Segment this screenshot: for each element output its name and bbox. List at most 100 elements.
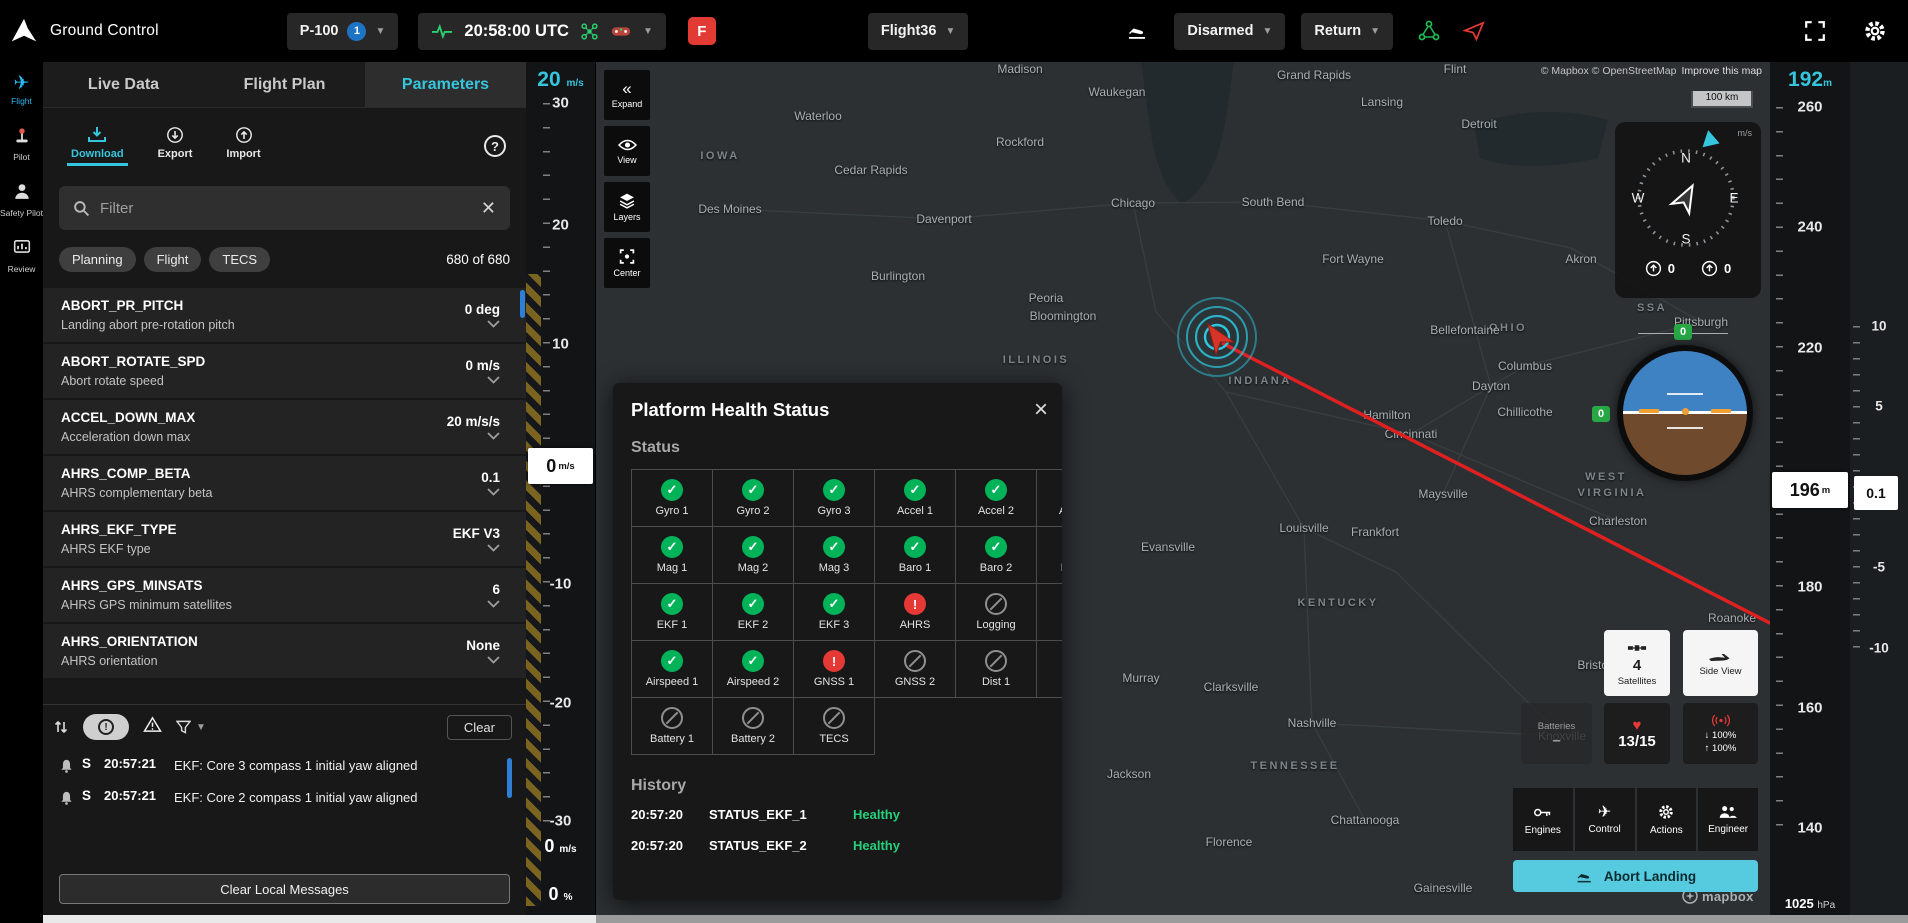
page-hscrollbar[interactable] xyxy=(43,915,1908,923)
param-value: 20 m/s/s xyxy=(447,414,500,429)
chevron-down-icon[interactable] xyxy=(487,600,500,608)
control-button[interactable]: ✈ Control xyxy=(1575,788,1635,851)
failsafe-badge[interactable]: F xyxy=(688,17,716,45)
arm-state-selector[interactable]: Disarmed ▼ xyxy=(1174,13,1285,50)
rail-item-review[interactable]: Review xyxy=(0,238,43,274)
tab-flight-plan[interactable]: Flight Plan xyxy=(204,62,365,107)
chip-planning[interactable]: Planning xyxy=(59,247,136,272)
parameters-panel: Live Data Flight Plan Parameters Downloa… xyxy=(43,62,526,923)
status-icon xyxy=(742,707,764,729)
clear-filter-icon[interactable]: ✕ xyxy=(481,198,496,219)
chevron-down-icon[interactable] xyxy=(487,320,500,328)
health-status-grid: Gyro 1 Gyro 2 Gyro 3 xyxy=(631,469,1062,755)
message-time: 20:57:21 xyxy=(104,788,166,808)
chevron-down-icon[interactable] xyxy=(487,488,500,496)
engineer-button[interactable]: Engineer xyxy=(1698,788,1758,851)
status-icon xyxy=(742,479,764,501)
antenna-icon xyxy=(1711,713,1731,728)
parameter-row[interactable]: AHRS_GPS_MINSATS AHRS GPS minimum satell… xyxy=(43,568,526,624)
chevron-down-icon[interactable] xyxy=(487,432,500,440)
params-scrollbar[interactable] xyxy=(520,290,525,318)
engines-button[interactable]: Engines xyxy=(1513,788,1573,851)
map[interactable]: MadisonWaukeganGrand RapidsLansingFlintD… xyxy=(596,62,1770,923)
hscrollbar-thumb[interactable] xyxy=(43,915,596,923)
chip-tecs[interactable]: TECS xyxy=(209,247,270,272)
message-severity: S xyxy=(82,756,96,776)
improve-map-link[interactable]: Improve this map xyxy=(1681,65,1762,77)
wind-unit: m/s xyxy=(1738,128,1753,138)
sort-icon[interactable] xyxy=(53,719,69,735)
history-row: 20:57:20 STATUS_EKF_2 Healthy xyxy=(631,838,1062,853)
link-health-tile[interactable]: ♥ 13/15 xyxy=(1604,703,1670,764)
parameter-row[interactable]: AHRS_ORIENTATION AHRS orientation None xyxy=(43,624,526,680)
download-button[interactable]: Download xyxy=(71,126,124,166)
info-filter-toggle[interactable]: ! xyxy=(83,714,129,740)
layers-icon xyxy=(618,192,636,209)
layers-button[interactable]: Layers xyxy=(604,182,650,232)
health-cell-label: Accel 1 xyxy=(897,505,933,517)
double-chevron-left-icon: « xyxy=(622,81,631,96)
severity-filter-dropdown[interactable]: ▼ xyxy=(176,720,206,734)
tab-parameters[interactable]: Parameters xyxy=(365,62,526,107)
rail-item-pilot[interactable]: Pilot xyxy=(0,126,43,162)
clear-local-messages-button[interactable]: Clear Local Messages xyxy=(59,874,510,904)
chevron-down-icon[interactable] xyxy=(487,376,500,384)
health-cell: Battery 1 xyxy=(631,697,713,755)
airspeed-tick: -30 xyxy=(526,813,595,830)
tab-live-data[interactable]: Live Data xyxy=(43,62,204,107)
altitude-tick: 220 xyxy=(1770,340,1850,357)
utc-clock: 20:58:00 UTC xyxy=(464,22,569,41)
center-map-button[interactable]: Center xyxy=(604,238,650,288)
warning-filter-toggle[interactable] xyxy=(143,716,162,738)
radio-link-tile[interactable]: ↓ 100% ↑ 100% xyxy=(1683,703,1758,764)
health-cell-label: GNSS 2 xyxy=(895,676,935,688)
export-button[interactable]: Export xyxy=(158,126,193,166)
health-cell-label: EKF 3 xyxy=(819,619,850,631)
clear-messages-button[interactable]: Clear xyxy=(447,715,512,740)
message-row[interactable]: S 20:57:21 EKF: Core 3 compass 1 initial… xyxy=(51,752,512,784)
help-button[interactable]: ? xyxy=(484,135,506,157)
hud-badge-left: 0 xyxy=(1592,406,1610,422)
message-row[interactable]: S 20:57:21 EKF: Core 2 compass 1 initial… xyxy=(51,784,512,816)
network-status-icon[interactable] xyxy=(1417,19,1441,43)
rail-item-flight[interactable]: ✈ Flight xyxy=(0,74,43,106)
rail-item-safety-pilot[interactable]: Safety Pilot xyxy=(0,182,43,218)
side-view-tile[interactable]: Side View xyxy=(1683,630,1758,696)
parameter-row[interactable]: AHRS_COMP_BETA AHRS complementary beta 0… xyxy=(43,456,526,512)
heading-hold-left[interactable]: 0 xyxy=(1645,260,1675,277)
send-plane-icon[interactable] xyxy=(1463,20,1486,43)
chevron-down-icon[interactable] xyxy=(487,544,500,552)
vehicle-selector[interactable]: P-100 1 ▼ xyxy=(287,13,399,50)
flight-mode-selector[interactable]: Return ▼ xyxy=(1301,13,1393,50)
param-description: Abort rotate speed xyxy=(61,374,465,388)
heart-icon: ♥ xyxy=(1633,718,1642,733)
vsi-current: 0.1 xyxy=(1854,476,1898,510)
parameter-row[interactable]: AHRS_EKF_TYPE AHRS EKF type EKF V3 xyxy=(43,512,526,568)
parameter-row[interactable]: ABORT_ROTATE_SPD Abort rotate speed 0 m/… xyxy=(43,344,526,400)
param-name: AHRS_EKF_TYPE xyxy=(61,522,453,537)
settings-gear-icon[interactable] xyxy=(1862,18,1888,44)
message-time: 20:57:21 xyxy=(104,756,166,776)
filter-input[interactable] xyxy=(100,200,471,217)
flight-selector[interactable]: Flight36 ▼ xyxy=(868,13,969,50)
health-cell-label: AHRS xyxy=(900,619,931,631)
heading-hold-right[interactable]: 0 xyxy=(1701,260,1731,277)
batteries-tile[interactable]: Batteries – xyxy=(1521,703,1592,764)
import-button[interactable]: Import xyxy=(226,126,260,166)
link-status-selector[interactable]: 20:58:00 UTC ▼ xyxy=(418,13,665,50)
parameter-row[interactable]: ACCEL_DOWN_MAX Acceleration down max 20 … xyxy=(43,400,526,456)
health-cell-label: Dist 1 xyxy=(982,676,1010,688)
abort-landing-button[interactable]: Abort Landing xyxy=(1513,860,1758,892)
chip-flight[interactable]: Flight xyxy=(144,247,202,272)
param-description: Acceleration down max xyxy=(61,430,447,444)
satellites-tile[interactable]: 4 Satellites xyxy=(1604,630,1670,696)
expand-panel-button[interactable]: « Expand xyxy=(604,70,650,120)
messages-scrollbar[interactable] xyxy=(507,758,512,798)
chevron-down-icon[interactable] xyxy=(487,656,500,664)
param-value: 0 deg xyxy=(465,302,500,317)
parameter-row[interactable]: ABORT_PR_PITCH Landing abort pre-rotatio… xyxy=(43,288,526,344)
actions-button[interactable]: Actions xyxy=(1637,788,1697,851)
view-button[interactable]: View xyxy=(604,126,650,176)
fullscreen-icon[interactable] xyxy=(1804,20,1826,42)
close-icon[interactable]: × xyxy=(1034,400,1048,420)
